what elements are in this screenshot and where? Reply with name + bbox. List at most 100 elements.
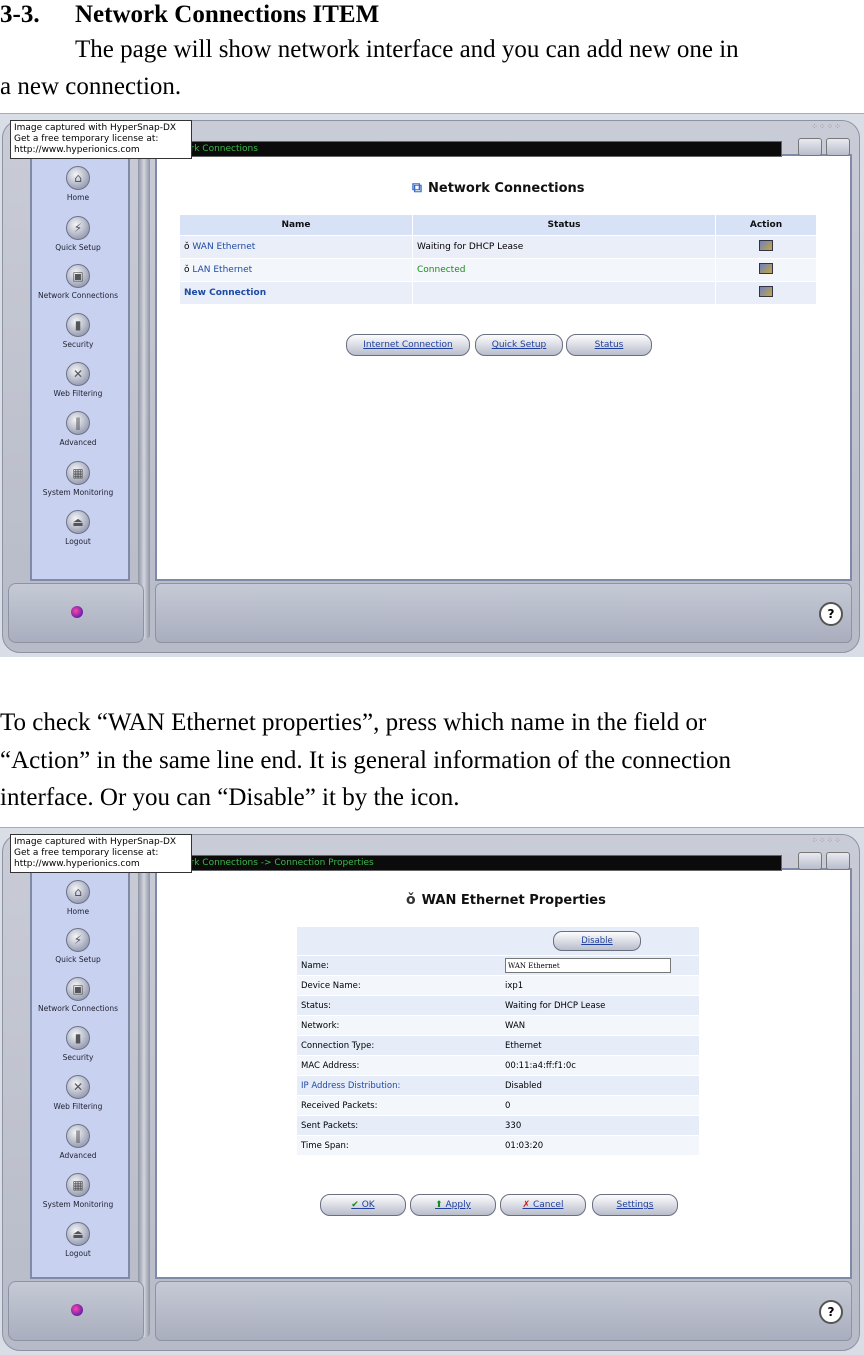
breadcrumb: ork Connections -> Connection Properties [185, 858, 374, 868]
help-icon[interactable]: ? [819, 1300, 843, 1324]
breadcrumb: ork Connections [185, 144, 258, 154]
sidebar-base [8, 583, 144, 643]
intro-line-1: The page will show network interface and… [75, 36, 739, 63]
network-connections-icon: ⧉ [412, 180, 422, 196]
main-footer: ? [155, 1281, 852, 1341]
wan-ethernet-link[interactable]: WAN Ethernet [192, 242, 255, 252]
edit-icon[interactable] [759, 263, 773, 274]
network-icon[interactable] [798, 138, 822, 156]
nav-system-monitoring[interactable]: ▦ System Monitoring [30, 1173, 126, 1209]
lock-icon: ▮ [66, 313, 90, 337]
status-orb-icon [71, 1304, 83, 1316]
table-row: New Connection [179, 281, 817, 305]
ethernet-plug-icon: ǒ [406, 892, 416, 908]
apply-button[interactable]: ⬆ Apply [410, 1194, 496, 1216]
tools-icon: ‖ [66, 411, 90, 435]
intro-line-2: a new connection. [0, 73, 182, 100]
edit-icon[interactable] [759, 240, 773, 251]
home-icon: ⌂ [66, 880, 90, 904]
nav-logout[interactable]: ⏏ Logout [30, 1222, 126, 1258]
sidebar-base [8, 1281, 144, 1341]
table-row: Connection Type: Ethernet [297, 1035, 699, 1056]
description-paragraph: To check “WAN Ethernet properties”, pres… [0, 709, 732, 811]
sidebar [30, 858, 130, 1279]
lightning-icon: ⚡ [66, 216, 90, 240]
nav-home[interactable]: ⌂ Home [30, 880, 126, 916]
logout-icon: ⏏ [66, 1222, 90, 1246]
ethernet-plug-icon: ǒ [184, 265, 190, 275]
connections-table: Name Status Action ǒ WAN Ethernet Waitin… [179, 214, 817, 305]
column-header-name: Name [179, 214, 413, 236]
network-icon: ▣ [66, 977, 90, 1001]
page-title: ⧉ Network Connections [412, 180, 585, 196]
ok-button[interactable]: ✔ OK [320, 1194, 406, 1216]
name-input[interactable] [505, 958, 671, 973]
nav-home[interactable]: ⌂ Home [30, 166, 126, 202]
table-row: Device Name: ixp1 [297, 975, 699, 996]
nav-advanced[interactable]: ‖ Advanced [30, 411, 126, 447]
status-cell [412, 281, 716, 305]
breadcrumb-bar: ork Connections -> Connection Properties [150, 855, 782, 871]
nav-web-filtering[interactable]: ✕ Web Filtering [30, 1075, 126, 1111]
table-row: MAC Address: 00:11:a4:ff:f1:0c [297, 1055, 699, 1076]
properties-table: Disable Name: Device Name:ixp1 Status:Wa… [297, 926, 699, 1155]
nav-system-monitoring[interactable]: ▦ System Monitoring [30, 461, 126, 497]
lightning-icon: ⚡ [66, 928, 90, 952]
new-connection-link[interactable]: New Connection [184, 288, 266, 298]
nav-quick-setup[interactable]: ⚡ Quick Setup [30, 928, 126, 964]
column-header-status: Status [412, 214, 716, 236]
table-row: ǒ WAN Ethernet Waiting for DHCP Lease [179, 235, 817, 259]
screenshot-network-connections: ⁘⁘⁘⁘ ? ork Connections Image captured wi… [0, 113, 864, 657]
settings-button[interactable]: Settings [592, 1194, 678, 1216]
internet-connection-button[interactable]: Internet Connection [346, 334, 470, 356]
lock-icon: ▮ [66, 1026, 90, 1050]
new-icon[interactable] [759, 286, 773, 297]
nav-advanced[interactable]: ‖ Advanced [30, 1124, 126, 1160]
filter-icon: ✕ [66, 362, 90, 386]
status-cell: Connected [412, 258, 716, 282]
main-footer: ? [155, 583, 852, 643]
home-icon: ⌂ [66, 166, 90, 190]
cancel-button[interactable]: ✗ Cancel [500, 1194, 586, 1216]
ip-address-distribution-link[interactable]: IP Address Distribution: [297, 1075, 501, 1096]
lan-ethernet-link[interactable]: LAN Ethernet [192, 265, 252, 275]
logout-icon: ⏏ [66, 510, 90, 534]
window-button[interactable] [826, 138, 850, 156]
table-row: ǒ LAN Ethernet Connected [179, 258, 817, 282]
network-icon[interactable] [798, 852, 822, 870]
nav-security[interactable]: ▮ Security [30, 313, 126, 349]
section-title: Network Connections ITEM [75, 1, 380, 28]
nav-network-connections[interactable]: ▣ Network Connections [30, 264, 126, 300]
disable-button[interactable]: Disable [553, 931, 641, 951]
nav-security[interactable]: ▮ Security [30, 1026, 126, 1062]
network-icon: ▣ [66, 264, 90, 288]
status-cell: Waiting for DHCP Lease [412, 235, 716, 259]
breadcrumb-bar: ork Connections [150, 141, 782, 157]
help-icon[interactable]: ? [819, 602, 843, 626]
window-button[interactable] [826, 852, 850, 870]
status-button[interactable]: Status [566, 334, 652, 356]
filter-icon: ✕ [66, 1075, 90, 1099]
table-row: Time Span: 01:03:20 [297, 1135, 699, 1155]
table-row: Received Packets: 0 [297, 1095, 699, 1116]
ethernet-plug-icon: ǒ [184, 242, 190, 252]
monitor-icon: ▦ [66, 461, 90, 485]
tools-icon: ‖ [66, 1124, 90, 1148]
table-row: Name: [297, 955, 699, 976]
quick-setup-button[interactable]: Quick Setup [475, 334, 563, 356]
nav-quick-setup[interactable]: ⚡ Quick Setup [30, 216, 126, 252]
screenshot-wan-properties: ⁘⁘⁘⁘ ? ork Connections -> Connection Pro… [0, 827, 864, 1355]
table-row: IP Address Distribution: Disabled [297, 1075, 699, 1096]
watermark: Image captured with HyperSnap-DX Get a f… [10, 834, 192, 873]
monitor-icon: ▦ [66, 1173, 90, 1197]
check-icon: ✔ [351, 1200, 359, 1210]
section-heading: 3-3. Network Connections ITEM [0, 0, 379, 33]
status-orb-icon [71, 606, 83, 618]
table-row: Sent Packets: 330 [297, 1115, 699, 1136]
nav-logout[interactable]: ⏏ Logout [30, 510, 126, 546]
nav-network-connections[interactable]: ▣ Network Connections [30, 977, 126, 1013]
nav-web-filtering[interactable]: ✕ Web Filtering [30, 362, 126, 398]
close-icon: ✗ [522, 1200, 531, 1210]
column-header-action: Action [715, 214, 817, 236]
page-title: ǒ WAN Ethernet Properties [406, 892, 606, 908]
